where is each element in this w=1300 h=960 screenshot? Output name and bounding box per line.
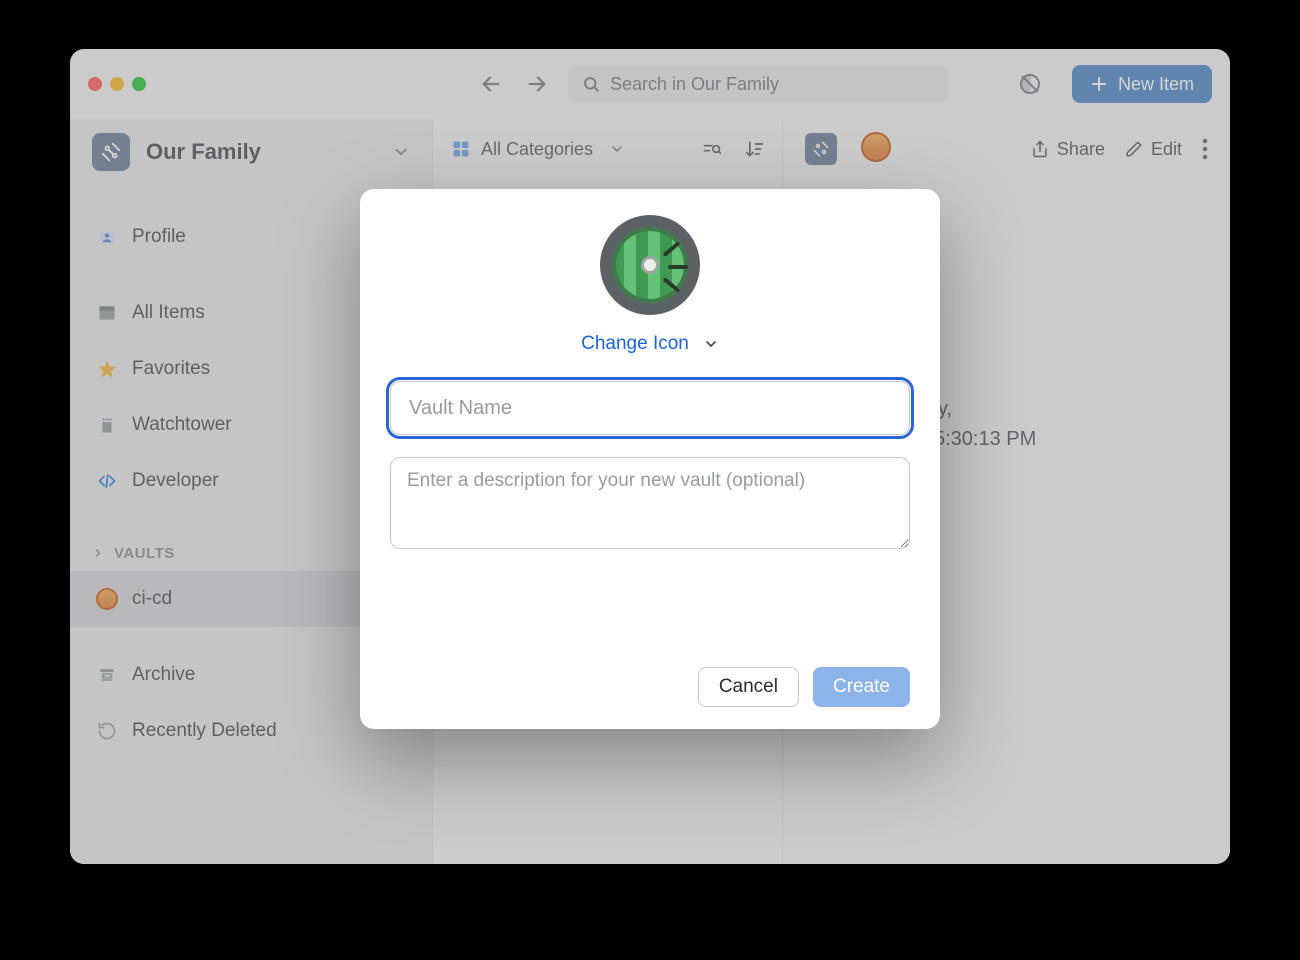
- chevron-down-icon: [703, 336, 719, 352]
- vault-name-input[interactable]: [390, 381, 910, 435]
- create-label: Create: [833, 676, 890, 698]
- create-button[interactable]: Create: [813, 667, 910, 707]
- cancel-label: Cancel: [719, 676, 778, 698]
- change-icon-button[interactable]: Change Icon: [390, 333, 910, 355]
- vault-picture: [600, 215, 700, 315]
- change-icon-label: Change Icon: [581, 333, 689, 355]
- app-window: Search in Our Family New Item Our Family: [70, 49, 1230, 864]
- cancel-button[interactable]: Cancel: [698, 667, 799, 707]
- vault-description-input[interactable]: [390, 457, 910, 549]
- new-vault-modal: Change Icon Cancel Create: [360, 189, 940, 729]
